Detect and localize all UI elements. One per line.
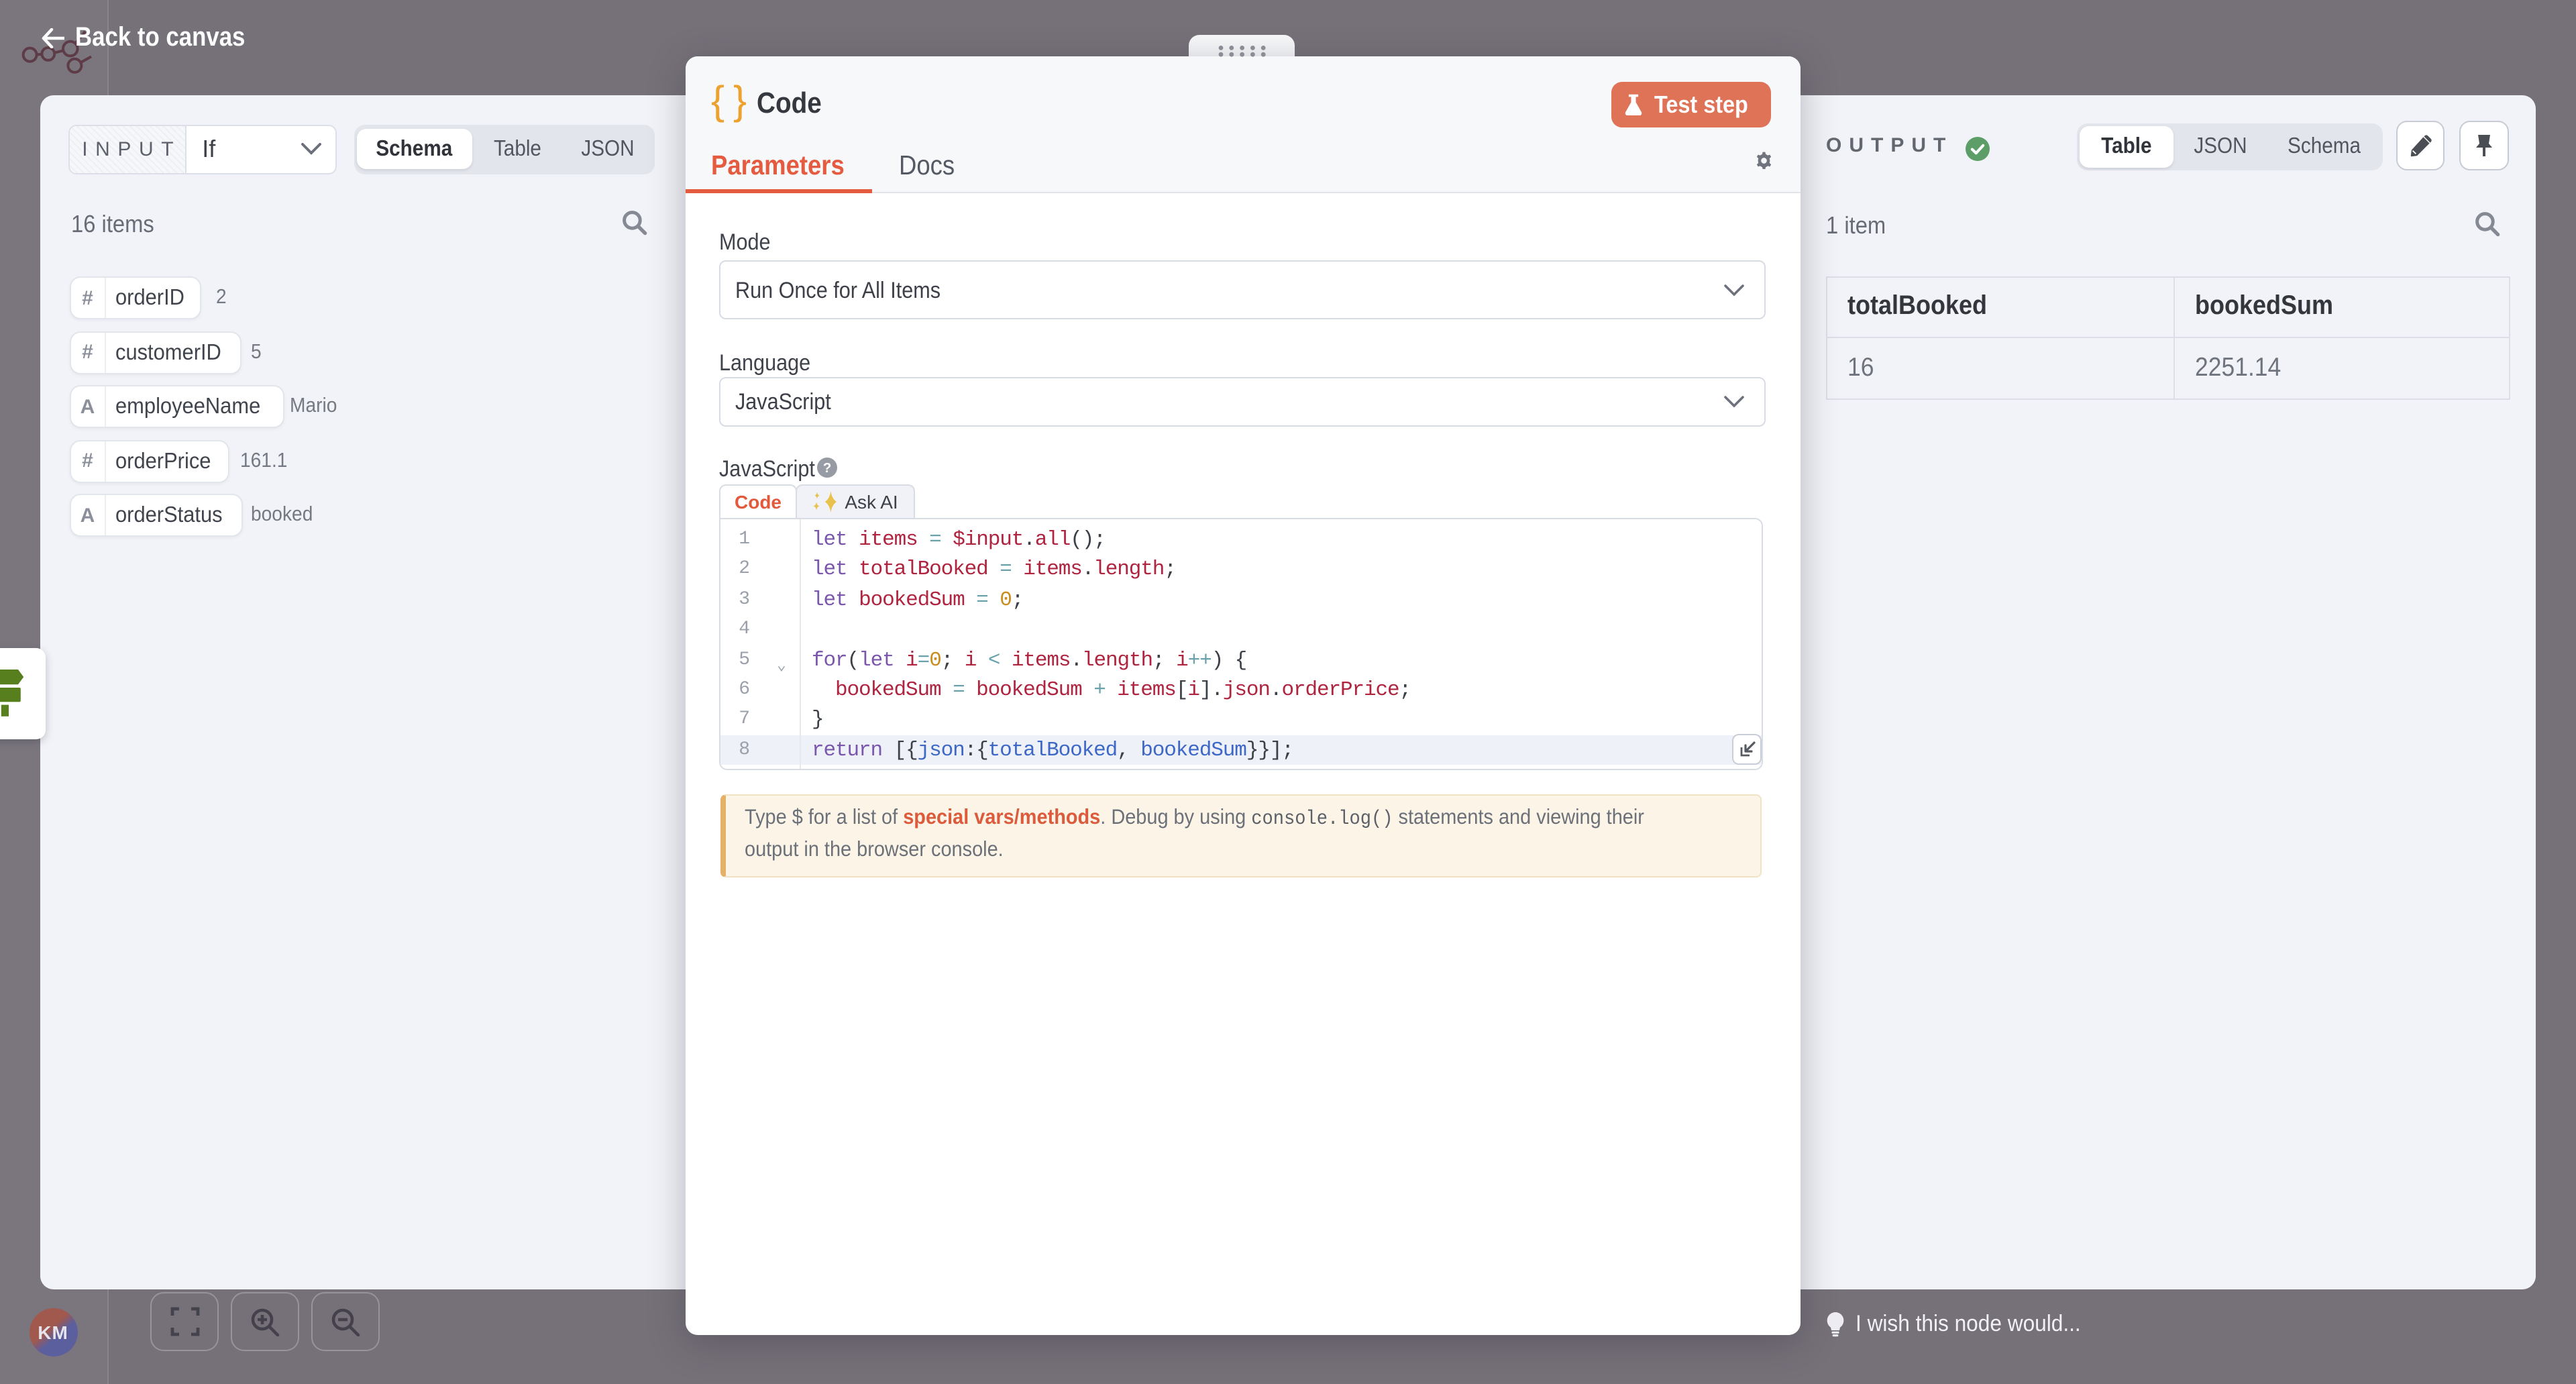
svg-text:?: ? — [823, 460, 832, 475]
